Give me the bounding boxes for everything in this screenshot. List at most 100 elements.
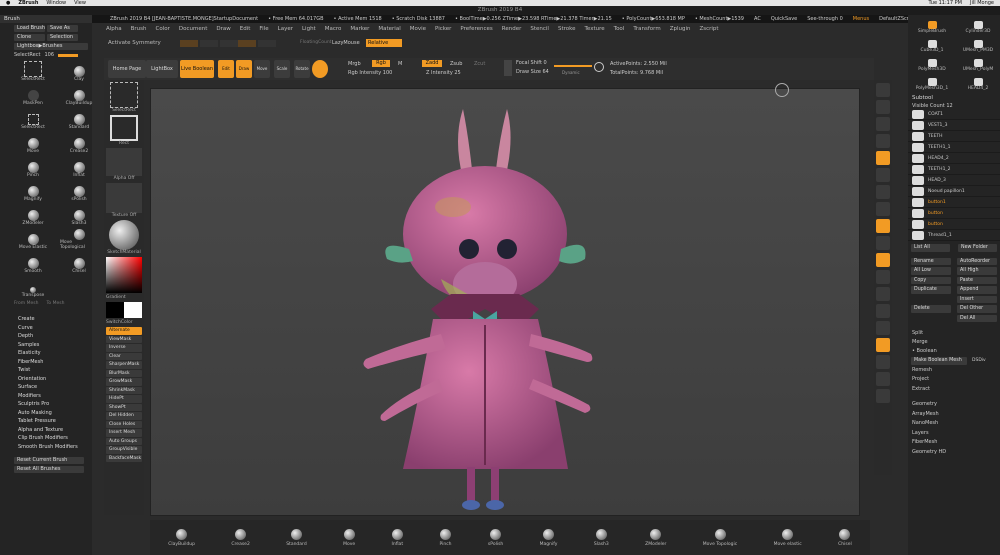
append-button[interactable]: Append: [957, 286, 997, 294]
brush-clay[interactable]: Clay: [60, 60, 98, 82]
menu-movie[interactable]: Movie: [410, 26, 426, 32]
subtool-row[interactable]: HEAD_3: [908, 175, 1000, 186]
brush-move-topological[interactable]: Move Topological: [60, 228, 98, 250]
brush-zmodeler[interactable]: ZModeler: [14, 204, 52, 226]
save-as-button[interactable]: Save As: [47, 25, 78, 32]
brush-magnify[interactable]: Magnify: [14, 180, 52, 202]
rgb-intensity-slider[interactable]: Rgb Intensity 100: [348, 70, 392, 76]
menu-macro[interactable]: Macro: [325, 26, 342, 32]
rotate-button[interactable]: Rotate: [294, 60, 310, 78]
menu-transform[interactable]: Transform: [633, 26, 660, 32]
section-smooth-brush-modifiers[interactable]: Smooth Brush Modifiers: [0, 443, 92, 452]
reset-current-brush-button[interactable]: Reset Current Brush: [14, 457, 84, 464]
menu-edit[interactable]: Edit: [240, 26, 251, 32]
local-button[interactable]: [876, 202, 890, 216]
floating-count[interactable]: FloatingCount: [300, 40, 331, 45]
material-selector[interactable]: SketchMaterial: [106, 220, 142, 255]
boolean-button[interactable]: • Boolean: [912, 347, 1000, 356]
viewmask-button[interactable]: ViewMask: [106, 335, 142, 343]
menus-button[interactable]: Menus: [853, 16, 869, 22]
shelf-brush-slash3[interactable]: Slash3: [594, 528, 609, 547]
extract-button[interactable]: Extract: [912, 385, 1000, 395]
selection-button[interactable]: Selection: [47, 34, 78, 41]
section-create[interactable]: Create: [0, 315, 92, 324]
section-surface[interactable]: Surface: [0, 383, 92, 392]
line-fill-button[interactable]: [876, 321, 890, 335]
shelf-brush-move-elastic[interactable]: Move elastic: [774, 528, 802, 547]
remesh-button[interactable]: Remesh: [912, 366, 1000, 376]
shrinkmask-button[interactable]: ShrinkMask: [106, 386, 142, 394]
aahalf-button[interactable]: [876, 151, 890, 165]
load-brush-button[interactable]: Load Brush: [14, 25, 45, 32]
alpha-off[interactable]: Alpha Off: [106, 148, 142, 181]
insert-button[interactable]: Insert: [957, 295, 997, 303]
insert-mesh-button[interactable]: Insert Mesh: [106, 429, 142, 437]
zoom-button[interactable]: [876, 117, 890, 131]
tool-cylinder3d[interactable]: Cylinder3D: [956, 17, 1000, 34]
move-button[interactable]: [876, 270, 890, 284]
menu-marker[interactable]: Marker: [350, 26, 369, 32]
brush-selectrect[interactable]: SelectRect: [14, 60, 52, 82]
section-tablet-pressure[interactable]: Tablet Pressure: [0, 417, 92, 426]
draw-size-slider[interactable]: Draw Size 64: [516, 69, 549, 75]
spix-3-button[interactable]: [876, 83, 890, 97]
xpose-button[interactable]: [876, 389, 890, 403]
brush-slash3[interactable]: Slash3: [60, 204, 98, 226]
switch-color-button[interactable]: SwitchColor: [106, 320, 142, 325]
brush-maskpen[interactable]: MaskPen: [14, 84, 52, 106]
rotate-button[interactable]: [876, 304, 890, 318]
shelf-brush-spolish[interactable]: sPolish: [488, 528, 503, 547]
section-sculptris-pro[interactable]: Sculptris Pro: [0, 400, 92, 409]
color-swatches[interactable]: [106, 302, 142, 318]
shelf-brush-zmodeler[interactable]: ZModeler: [645, 528, 666, 547]
zoom3d-button[interactable]: [876, 287, 890, 301]
menu-light[interactable]: Light: [302, 26, 316, 32]
lightbox-brushes-button[interactable]: Lightbox▶Brushes: [14, 43, 88, 50]
subtool-row[interactable]: Noeud papillon1: [908, 186, 1000, 197]
brush-crease2[interactable]: Crease2: [60, 132, 98, 154]
brush-move[interactable]: Move: [14, 132, 52, 154]
shelf-brush-crease2[interactable]: Crease2: [231, 528, 250, 547]
subpalette-arraymesh[interactable]: ArrayMesh: [912, 410, 1000, 420]
menu-alpha[interactable]: Alpha: [106, 26, 122, 32]
zadd-button[interactable]: Zadd: [422, 60, 442, 67]
dynamic-icon[interactable]: [594, 62, 604, 72]
subtool-row[interactable]: button1: [908, 197, 1000, 208]
duplicate-button[interactable]: Duplicate: [911, 286, 951, 294]
to-mesh-button[interactable]: To Mesh: [46, 301, 64, 306]
menu-material[interactable]: Material: [378, 26, 400, 32]
zcut-button[interactable]: Zcut: [474, 61, 485, 67]
menu-color[interactable]: Color: [156, 26, 170, 32]
brush-chisel[interactable]: Chisel: [60, 252, 98, 274]
sym-m-button[interactable]: [238, 40, 256, 47]
backfacemask-button[interactable]: BackfaceMask: [106, 454, 142, 462]
dynamic-button[interactable]: Dynamic: [562, 70, 580, 75]
texture-off[interactable]: Texture Off: [106, 183, 142, 218]
m-button[interactable]: M: [398, 61, 402, 67]
section-modifiers[interactable]: Modifiers: [0, 392, 92, 401]
subpalette-layers[interactable]: Layers: [912, 429, 1000, 439]
tool-simplebrush[interactable]: SimpleBrush: [910, 17, 954, 34]
growmask-button[interactable]: GrowMask: [106, 378, 142, 386]
dsdiv-slider[interactable]: DSDiv: [972, 356, 986, 366]
sharpenmask-button[interactable]: SharpenMask: [106, 361, 142, 369]
shelf-brush-inflat[interactable]: Inflat: [392, 528, 403, 547]
lazymouse-button[interactable]: LazyMouse: [332, 40, 360, 46]
del-hidden-button[interactable]: Del Hidden: [106, 412, 142, 420]
home-page-button[interactable]: Home Page: [108, 60, 146, 78]
subtool-header[interactable]: Subtool: [908, 93, 1000, 103]
shelf-brush-pinch[interactable]: Pinch: [439, 528, 452, 547]
shelf-brush-chisel[interactable]: Chisel: [838, 528, 852, 547]
tool-umesh-polym[interactable]: UMesh_PolyM: [956, 55, 1000, 72]
menu-layer[interactable]: Layer: [278, 26, 293, 32]
split-button[interactable]: Split: [912, 329, 1000, 338]
clear-button[interactable]: Clear: [106, 352, 142, 360]
auto-groups-button[interactable]: Auto Groups: [106, 437, 142, 445]
canvas-viewport[interactable]: [150, 83, 860, 516]
subtool-row[interactable]: TEETH1_2: [908, 164, 1000, 175]
brush-inflat[interactable]: Inflat: [60, 156, 98, 178]
tool-polymesh3d-1[interactable]: PolyMesh3D_1: [910, 74, 954, 91]
activate-symmetry[interactable]: Activate Symmetry: [108, 40, 161, 46]
subtool-row[interactable]: HEAD4_2: [908, 153, 1000, 164]
actual-button[interactable]: [876, 134, 890, 148]
